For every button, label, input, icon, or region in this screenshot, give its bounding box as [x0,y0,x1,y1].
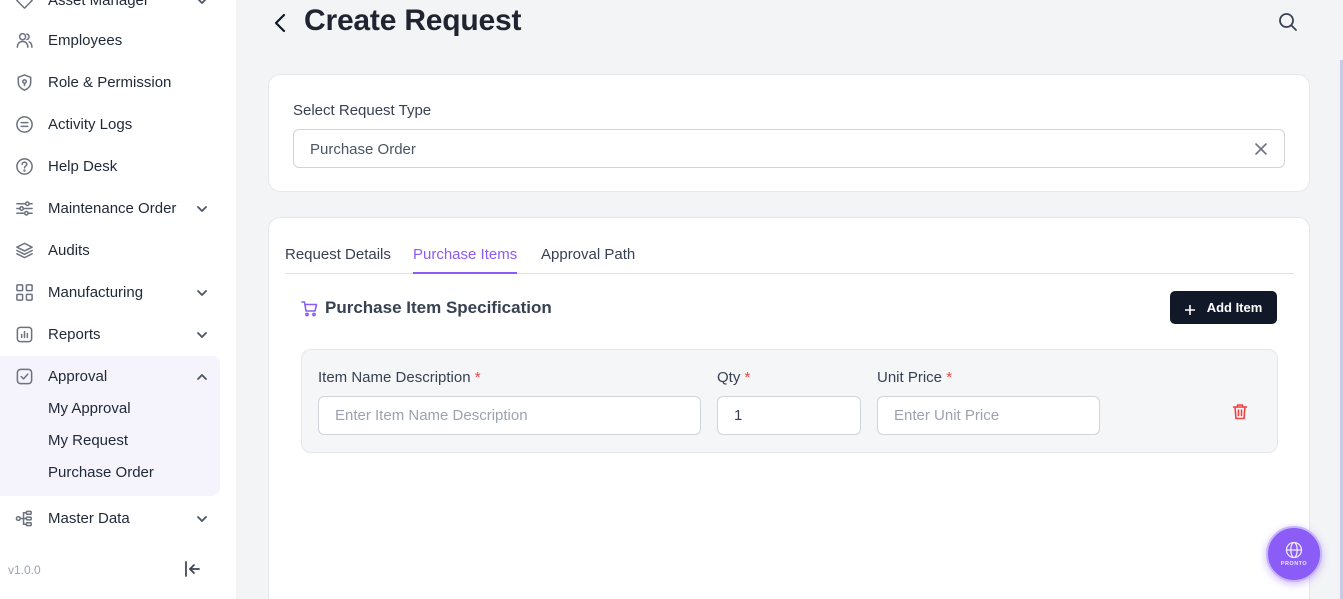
tab-request-details[interactable]: Request Details [285,246,391,274]
add-item-button[interactable]: Add Item [1170,291,1277,324]
cart-icon [301,300,318,317]
sidebar-item-label: Maintenance Order [48,199,177,217]
required-mark: * [474,369,481,386]
request-type-value: Purchase Order [310,141,416,158]
log-icon [14,114,34,134]
sidebar-item-activity-logs[interactable]: Activity Logs [0,103,220,145]
grid-icon [14,282,34,302]
sidebar-item-label: Approval [48,367,108,385]
sidebar-subitem-purchase-order[interactable]: Purchase Order [48,464,154,481]
sliders-icon [14,198,34,218]
check-square-icon [14,366,34,386]
purchase-item-row: Item Name Description * Qty * Unit Price… [301,349,1278,453]
sidebar-item-maintenance-order[interactable]: Maintenance Order [0,187,220,229]
sidebar: Asset Manager Employees Role & Permissio… [0,0,236,599]
sidebar-subitem-my-request[interactable]: My Request [48,432,128,449]
unit-price-input[interactable]: Enter Unit Price [877,396,1100,435]
qty-label: Qty * [717,369,750,386]
sidebar-item-label: Activity Logs [48,115,133,133]
sidebar-item-label: Role & Permission [48,73,172,91]
chevron-down-icon [196,0,208,6]
clear-icon[interactable] [1254,142,1268,156]
help-icon [14,156,34,176]
required-mark: * [744,369,751,386]
layers-icon [14,240,34,260]
sidebar-item-asset-manager[interactable]: Asset Manager [0,0,220,21]
sidebar-item-label: Help Desk [48,157,118,175]
sidebar-item-reports[interactable]: Reports [0,313,220,355]
globe-icon [1285,541,1303,559]
item-name-label-text: Item Name Description [318,369,471,386]
item-name-input[interactable]: Enter Item Name Description [318,396,701,435]
search-icon[interactable] [1278,12,1298,32]
sidebar-item-manufacturing[interactable]: Manufacturing [0,271,220,313]
sidebar-item-label: Reports [48,325,101,343]
app-version: v1.0.0 [8,563,41,577]
add-item-label: Add Item [1206,300,1263,315]
unit-price-label: Unit Price * [877,369,952,386]
chevron-down-icon [196,202,208,214]
sidebar-subitem-my-approval[interactable]: My Approval [48,400,131,417]
sidebar-item-approval[interactable]: Approval [0,355,220,397]
sidebar-item-master-data[interactable]: Master Data [0,497,220,539]
request-type-select[interactable]: Purchase Order [293,129,1285,168]
qty-label-text: Qty [717,369,741,386]
assistant-fab-button[interactable]: PRONTO [1266,526,1322,582]
trash-icon[interactable] [1232,403,1248,420]
request-form-card: Request Details Purchase Items Approval … [268,217,1310,599]
sidebar-item-employees[interactable]: Employees [0,19,220,61]
sidebar-item-help-desk[interactable]: Help Desk [0,145,220,187]
sidebar-item-label: Employees [48,31,123,49]
collapse-sidebar-icon[interactable] [182,559,202,579]
request-type-label: Select Request Type [293,102,432,119]
users-icon [14,30,34,50]
chevron-down-icon [196,512,208,524]
section-title: Purchase Item Specification [325,298,552,317]
request-type-card: Select Request Type Purchase Order [268,74,1310,192]
page-title: Create Request [304,4,522,37]
sidebar-item-label: Manufacturing [48,283,144,301]
sidebar-item-label: Audits [48,241,90,259]
diamond-icon [14,0,34,10]
section-header: Purchase Item Specification [285,288,1294,328]
unit-price-label-text: Unit Price [877,369,943,386]
required-mark: * [946,369,953,386]
tab-purchase-items[interactable]: Purchase Items [413,246,518,274]
plus-icon [1184,303,1195,315]
chevron-up-icon [196,370,208,382]
shield-icon [14,72,34,92]
sidebar-item-audits[interactable]: Audits [0,229,220,271]
chart-icon [14,324,34,344]
sidebar-item-role-permission[interactable]: Role & Permission [0,61,220,103]
back-arrow-icon[interactable] [270,11,290,35]
item-name-label: Item Name Description * [318,369,481,386]
tab-bar: Request Details Purchase Items Approval … [285,242,1294,274]
chevron-down-icon [196,328,208,340]
qty-input[interactable]: 1 [717,396,861,435]
tab-approval-path[interactable]: Approval Path [541,246,635,274]
sidebar-item-label: Master Data [48,509,130,527]
sidebar-item-label: Asset Manager [48,0,149,9]
fab-label: PRONTO [1280,561,1308,567]
chevron-down-icon [196,286,208,298]
hierarchy-icon [14,508,34,528]
